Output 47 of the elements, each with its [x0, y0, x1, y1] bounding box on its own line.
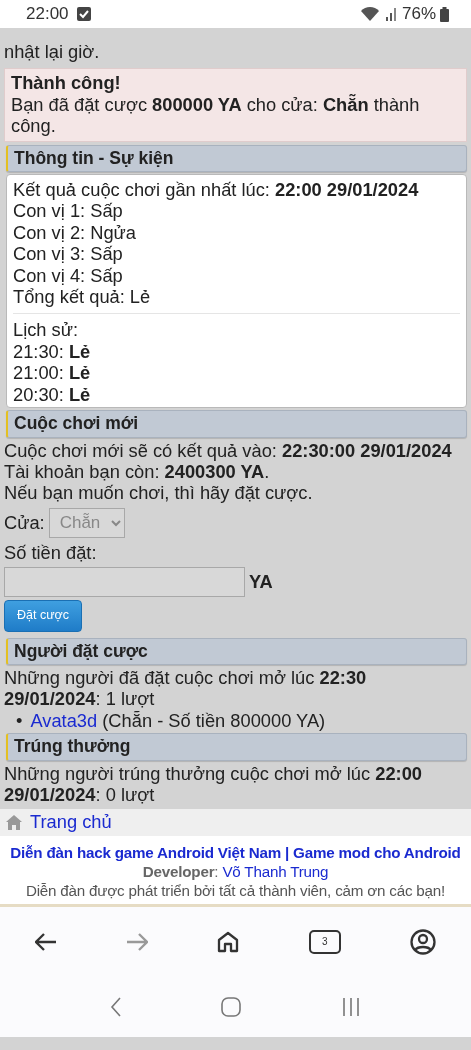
home-icon[interactable]	[217, 930, 240, 953]
result-line: Con vị 1: Sấp	[13, 200, 124, 222]
winners-summary: Những người trúng thưởng cuộc chơi mở lúc 22:00 29/01/2024: 0 lượt	[4, 762, 423, 807]
signal-icon	[383, 6, 398, 22]
notification-icon	[76, 7, 91, 21]
recent-apps-icon[interactable]	[341, 996, 362, 1017]
result-line: Kết quả cuộc chơi gần nhất lúc: 22:00 29/01/2024	[13, 179, 420, 201]
developer-label: Developer:	[142, 862, 219, 880]
section-heading: Trúng thưởng	[6, 733, 467, 761]
bet-button[interactable]: Đặt cược	[4, 600, 82, 632]
list-bullet: •	[16, 709, 23, 732]
home-link[interactable]: Trang chủ	[30, 811, 112, 833]
history-label: Lịch sử:	[13, 319, 80, 341]
unit-label: YA	[249, 571, 273, 593]
section-heading: Người đặt cược	[6, 637, 467, 665]
game-info-line: Cuộc chơi mới sẽ có kết quả vào: 22:30:00 29/01/2024	[4, 439, 453, 461]
result-line: Con vị 4: Sấp	[13, 264, 124, 287]
home-icon	[6, 814, 22, 830]
history-entry: 21:30: Lẻ	[13, 340, 92, 363]
amount-input[interactable]	[4, 567, 245, 598]
result-line: Con vị 2: Ngửa	[13, 221, 137, 244]
bettors-summary: Những người đã đặt cuộc chơi mở lúc 22:30 29/01/2024: 1 lượt	[4, 666, 368, 710]
wifi-icon	[359, 6, 380, 22]
battery-icon	[440, 6, 449, 22]
bet-detail: (Chẵn - Số tiền 800000 YA)	[102, 709, 326, 731]
battery-level: 76%	[401, 3, 436, 25]
history-entry: 21:00: Lẻ	[13, 362, 92, 384]
game-info-line: Nếu bạn muốn chơi, thì hãy đặt cược.	[4, 482, 314, 504]
tabs-button[interactable]: 3	[308, 929, 341, 954]
game-info-line: Tài khoản bạn còn: 2400300 YA.	[4, 460, 271, 483]
field-label: Số tiền đặt:	[4, 541, 98, 564]
section-heading: Thông tin - Sự kiện	[6, 144, 467, 173]
site-title-link[interactable]: Diễn đàn hack game Android Việt Nam | Game mod cho Android	[10, 843, 461, 861]
account-icon[interactable]	[410, 928, 437, 955]
field-label: Cửa:	[4, 512, 45, 534]
user-link[interactable]: Avata3d	[30, 709, 98, 731]
section-heading: Cuộc chơi mới	[6, 410, 467, 438]
thanks-text: Diễn đàn được phát triển bởi tất cả thành viên, cảm ơn các bạn!	[24, 880, 447, 900]
result-line: Con vị 3: Sấp	[13, 243, 124, 265]
history-entry: 20:30: Lẻ	[13, 383, 92, 406]
result-line: Tổng kết quả: Lẻ	[13, 286, 152, 308]
notice-text: nhật lại giờ.	[4, 40, 101, 64]
developer-link[interactable]: Võ Thanh Trung	[222, 862, 329, 880]
alert-title: Thành công!	[11, 72, 122, 94]
alert-message: Bạn đã đặt cược 800000 YA cho cửa: Chẵn thành công.	[11, 93, 421, 137]
clock-time: 22:00	[26, 3, 69, 25]
back-icon[interactable]	[34, 932, 57, 951]
